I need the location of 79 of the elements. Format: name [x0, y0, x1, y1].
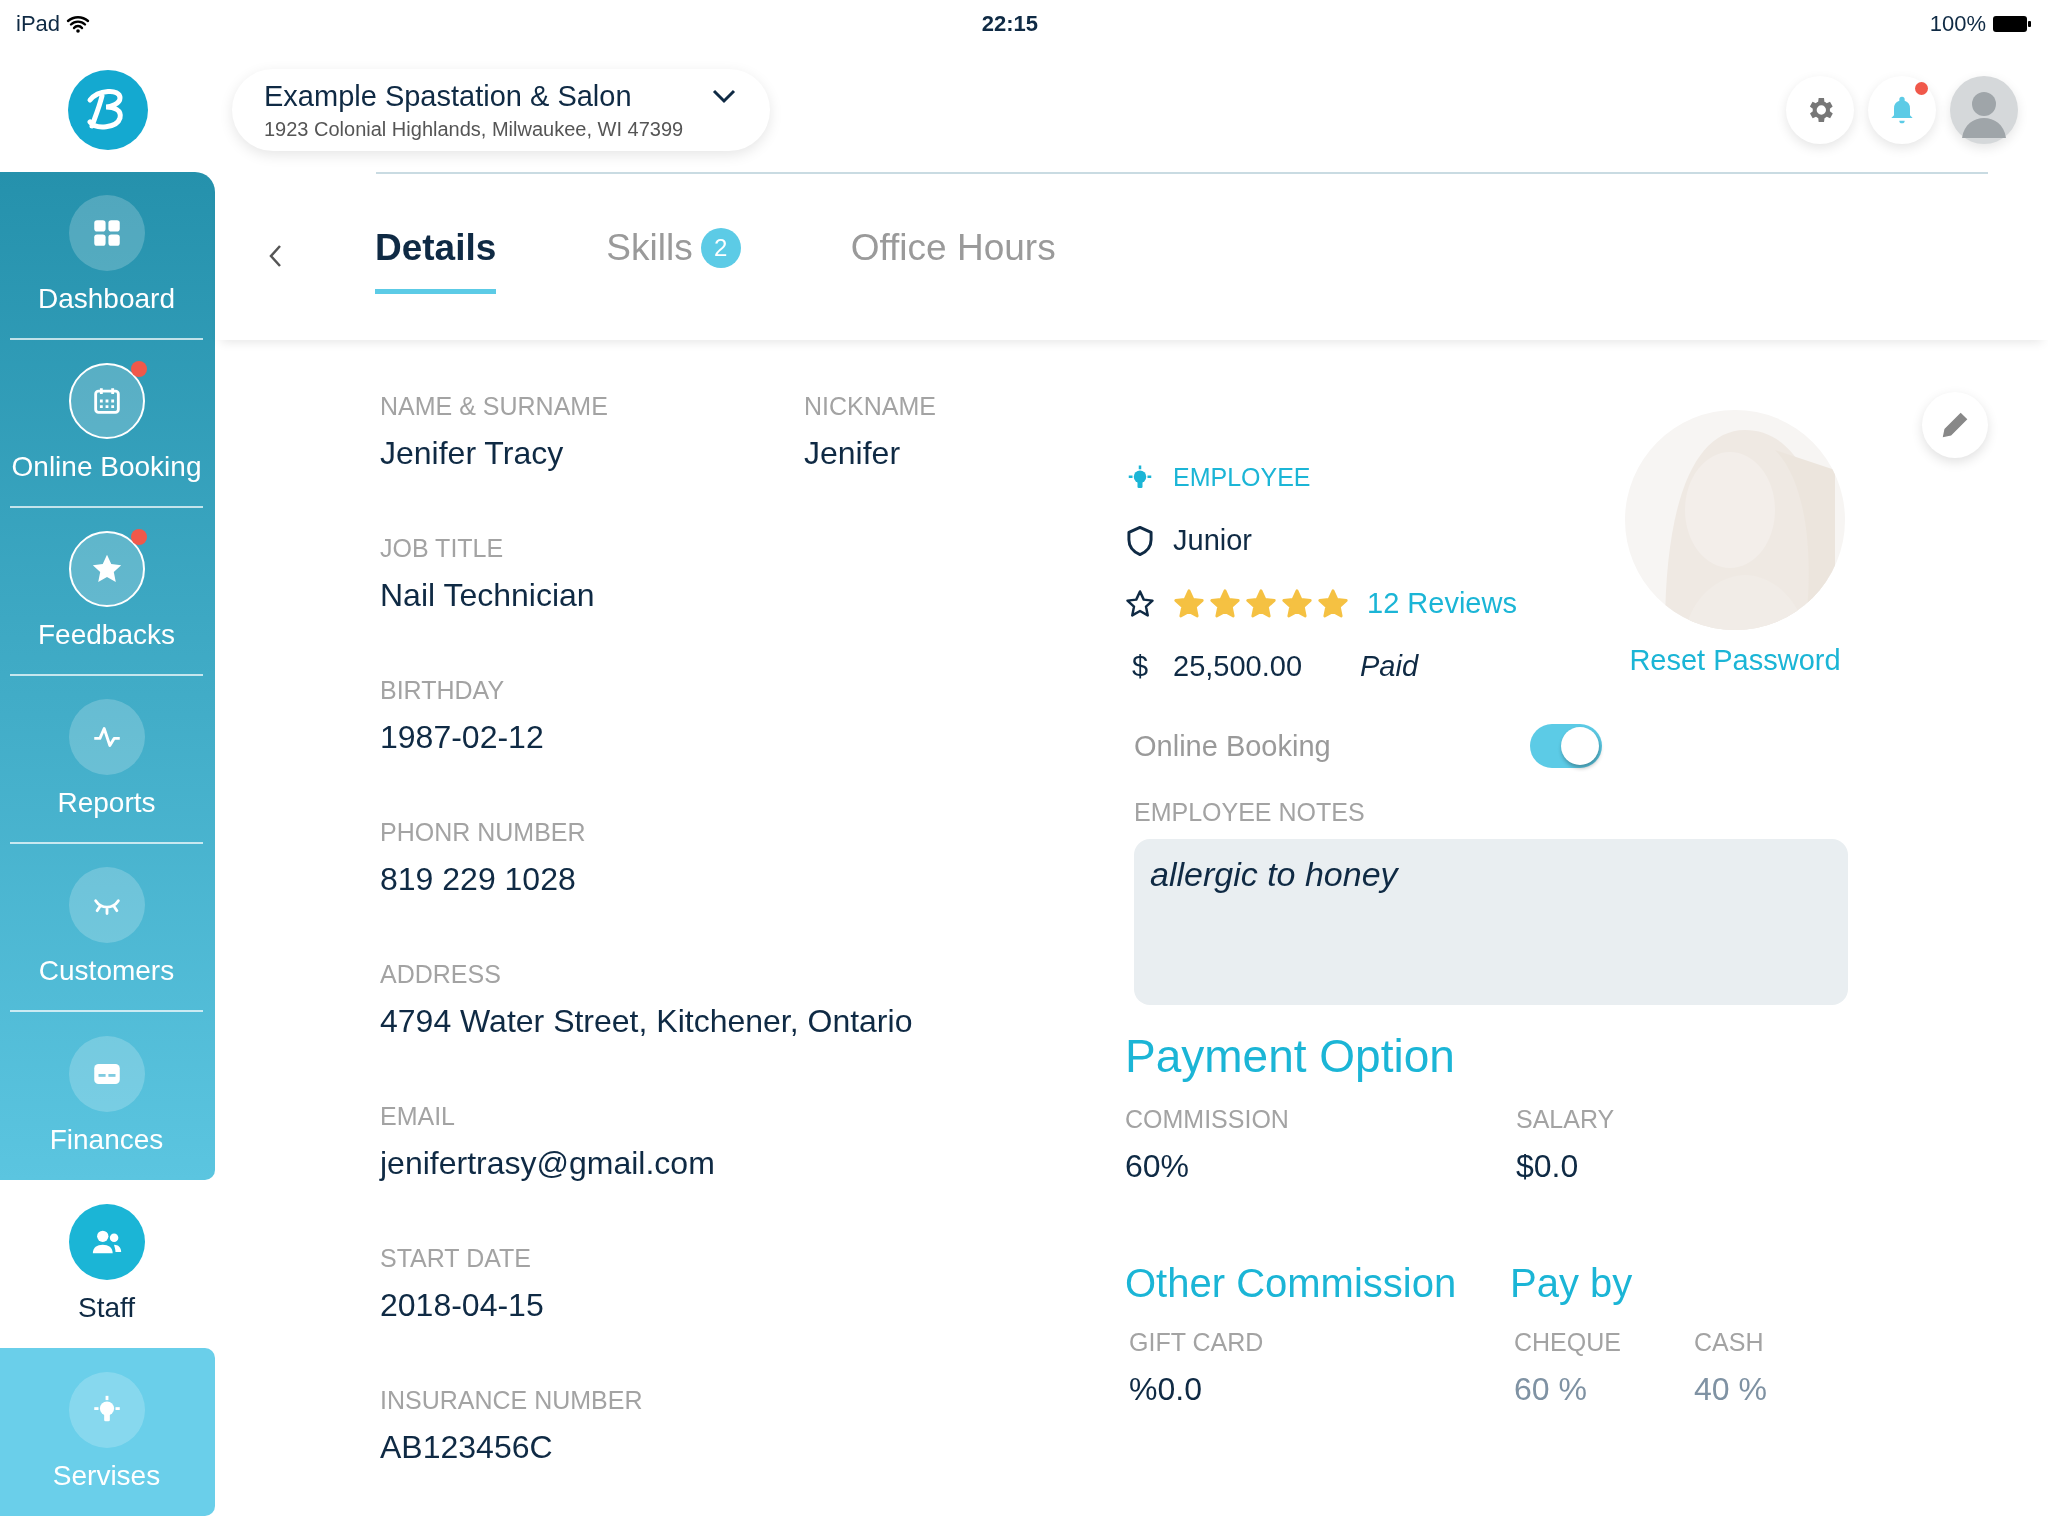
field-value: 60 %	[1514, 1371, 1588, 1408]
field-value: AB123456C	[380, 1429, 554, 1466]
payment-status: Paid	[1360, 650, 1419, 683]
field-label: ADDRESS	[380, 960, 502, 989]
star-icon	[1281, 587, 1313, 620]
sidebar-label: Servises	[52, 1460, 161, 1492]
reviews-link[interactable]: 12 Reviews	[1367, 587, 1517, 620]
sidebar-item[interactable]: Dashboard	[10, 172, 203, 340]
online-booking-toggle[interactable]	[1530, 724, 1602, 768]
sidebar-label: Reports	[57, 787, 156, 819]
field-value: jenifertrasy@gmail.com	[380, 1145, 716, 1182]
currency-symbol: $	[1131, 650, 1149, 683]
reset-password-link[interactable]: Reset Password	[1629, 644, 1841, 677]
chevron-down-icon	[710, 87, 738, 105]
sidebar-item[interactable]: Reports	[10, 676, 203, 844]
employee-role: EMPLOYEE	[1173, 463, 1311, 492]
notes-field[interactable]: allergic to honey	[1134, 839, 1848, 1005]
field-label: INSURANCE NUMBER	[380, 1386, 644, 1415]
edit-button[interactable]	[1922, 392, 1988, 458]
clock: 22:15	[981, 11, 1038, 37]
sidebar-label: Feedbacks	[38, 619, 175, 651]
field-value: 1987-02-12	[380, 719, 545, 756]
field-value: 4794 Water Street, Kitchener, Ontario	[380, 1003, 913, 1040]
sidebar-item[interactable]: Online Booking	[10, 340, 203, 508]
count-badge: 2	[700, 227, 741, 268]
field-label: SALARY	[1516, 1105, 1616, 1134]
tab[interactable]: Details	[375, 218, 497, 294]
field-label: JOB TITLE	[380, 534, 505, 563]
shield-icon	[1125, 524, 1155, 557]
field-label: CHEQUE	[1514, 1328, 1622, 1357]
earnings-amount: 25,500.00	[1173, 650, 1302, 683]
logo-icon[interactable]	[67, 70, 148, 150]
battery-icon	[1992, 15, 2032, 33]
business-selector[interactable]: Example Spastation & Salon 1923 Colonial Highlands, Milwaukee, WI 47399	[232, 69, 770, 151]
tab[interactable]: Office Hours	[850, 218, 1056, 294]
field-value: Nail Technician	[380, 577, 596, 614]
battery-level: 100%	[1929, 11, 2032, 37]
business-name: Example Spastation & Salon	[264, 79, 633, 113]
sidebar-item[interactable]: Finances	[10, 1012, 203, 1180]
sidebar-label: Dashboard	[38, 283, 175, 315]
field-value: Jenifer Tracy	[380, 435, 565, 472]
employee-level: Junior	[1173, 524, 1252, 557]
section-title: Payment Option	[1125, 1029, 1456, 1083]
section-title: Other Commission	[1125, 1261, 1458, 1306]
field-label: GIFT CARD	[1129, 1328, 1265, 1357]
star-outline-icon	[1125, 587, 1155, 620]
sidebar-item[interactable]: Staff	[10, 1180, 203, 1348]
section-title: Pay by	[1510, 1261, 1634, 1306]
field-value: 2018-04-15	[380, 1287, 545, 1324]
field-value: %0.0	[1129, 1371, 1203, 1408]
star-icon	[1209, 587, 1241, 620]
field-value: Jenifer	[804, 435, 902, 472]
field-label: NAME & SURNAME	[380, 392, 609, 421]
notes-label: EMPLOYEE NOTES	[1134, 798, 1366, 827]
field-label: NICKNAME	[804, 392, 937, 421]
sidebar-item[interactable]: Feedbacks	[10, 508, 203, 676]
field-label: PHONR NUMBER	[380, 818, 587, 847]
field-label: CASH	[1694, 1328, 1765, 1357]
sidebar-label: Online Booking	[11, 451, 202, 483]
field-value: $0.0	[1516, 1148, 1580, 1185]
tab[interactable]: Skills 2	[606, 218, 741, 294]
field-value: 40 %	[1694, 1371, 1768, 1408]
sidebar-label: Staff	[77, 1292, 136, 1324]
sidebar-item[interactable]: Customers	[10, 844, 203, 1012]
business-address: 1923 Colonial Highlands, Milwaukee, WI 47399	[264, 117, 685, 141]
field-label: START DATE	[380, 1244, 532, 1273]
device-name: iPad	[16, 11, 91, 37]
field-label: COMMISSION	[1125, 1105, 1290, 1134]
star-icon	[1245, 587, 1277, 620]
sidebar-label: Finances	[49, 1124, 164, 1156]
star-icon	[1317, 587, 1349, 620]
online-booking-label: Online Booking	[1134, 729, 1331, 763]
field-label: EMAIL	[380, 1102, 457, 1131]
sidebar-label: Customers	[38, 955, 175, 987]
field-label: BIRTHDAY	[380, 676, 506, 705]
star-icon	[1173, 587, 1205, 620]
field-value: 819 229 1028	[380, 861, 577, 898]
field-value: 60%	[1125, 1148, 1191, 1185]
wifi-icon	[66, 15, 91, 33]
